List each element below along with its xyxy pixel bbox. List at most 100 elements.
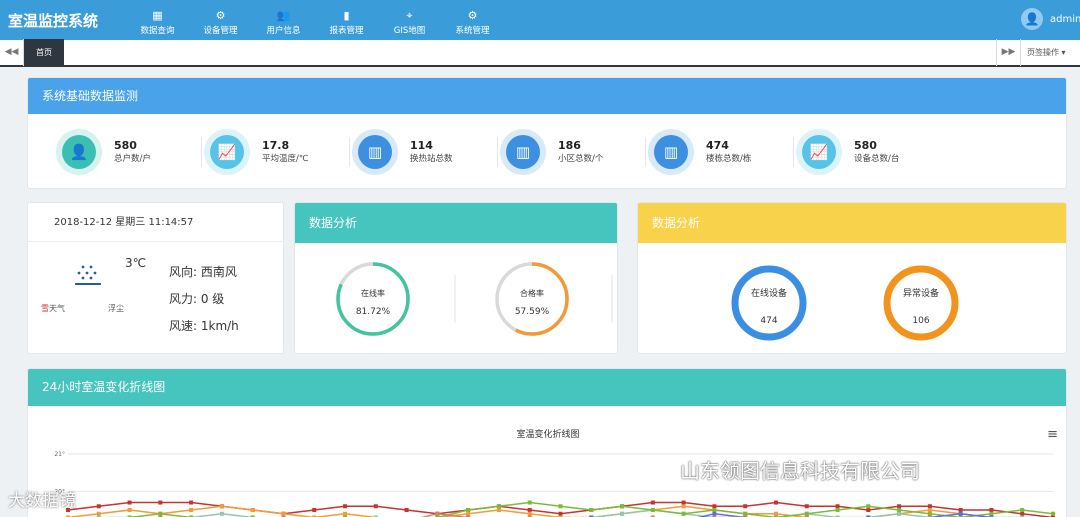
cogs-icon: ⚙: [215, 8, 226, 22]
nav-label: 系统管理: [455, 25, 490, 36]
data-point: [589, 508, 594, 512]
data-point: [989, 511, 994, 516]
abnormal-devices-label: 异常设备: [903, 287, 939, 299]
cogs-icon: ⚙: [467, 8, 478, 22]
qualified-rate-value: 57.59%: [515, 307, 550, 317]
abnormal-ring: [883, 265, 959, 341]
online-ring: [731, 265, 807, 341]
basic-monitoring-panel: 系统基础数据监测 👤 580 总户数/户 📈 17.8 平均温度/℃ ▥ 114 换热站总数 ▥ 1…: [27, 77, 1067, 189]
data-point: [343, 511, 348, 516]
data-point: [127, 508, 132, 512]
stat-item: ▥ 474 楼栋总数/栋: [648, 129, 796, 175]
data-point: [620, 504, 625, 509]
data-point: [527, 508, 532, 512]
nav-user-info[interactable]: 👥 用户信息: [252, 5, 315, 36]
nav-label: 用户信息: [266, 25, 301, 36]
data-point: [281, 511, 286, 516]
building-icon: ▥: [358, 135, 392, 169]
snow-weather-icon: [75, 265, 101, 285]
line-chart-icon: 📈: [802, 135, 836, 169]
users-icon: 👥: [276, 8, 291, 22]
caret-down-icon: ▾: [1061, 48, 1066, 57]
data-point: [927, 511, 932, 516]
wind-direction: 风向: 西南风: [169, 265, 237, 279]
stat-label: 设备总数/台: [854, 154, 900, 164]
data-point: [1020, 511, 1025, 516]
online-rate-value: 81.72%: [356, 307, 391, 317]
data-point: [527, 500, 532, 505]
stats-row: 👤 580 总户数/户 📈 17.8 平均温度/℃ ▥ 114 换热站总数 ▥ 186 小区总数/个 ▥…: [28, 129, 1066, 175]
avatar: 👤: [1021, 8, 1043, 30]
data-point: [712, 508, 717, 512]
tab-scroll-left-button[interactable]: ◀◀: [0, 39, 24, 66]
rate-analysis-panel: 数据分析 在线率 81.72% 合格率 57.59%: [294, 202, 618, 354]
data-point: [219, 504, 224, 509]
stat-icon-ring: ▥: [648, 129, 694, 175]
stat-label: 换热站总数: [410, 154, 453, 164]
data-point: [158, 500, 163, 505]
user-menu[interactable]: 👤 admin: [1021, 8, 1080, 30]
tab-bar: ◀◀ 首页 ▶▶ 页签操作 ▾: [0, 39, 1080, 67]
data-point: [681, 500, 686, 505]
y-tick-label: 21°: [54, 451, 65, 458]
device-donuts: 在线设备 474 异常设备 106: [731, 265, 959, 341]
weather-panel: 2018-12-12 星期三 11:14:57 3℃ 风向: 西南风 风力: 0…: [27, 202, 284, 354]
data-point: [527, 511, 532, 516]
tab-home[interactable]: 首页: [24, 39, 64, 66]
stat-icon-ring: 📈: [204, 129, 250, 175]
top-navbar: 室温监控系统 ▦ 数据查询 ⚙ 设备管理 👥 用户信息 ▮ 报表管理 ⌖ GIS…: [0, 0, 1080, 40]
data-point: [835, 504, 840, 509]
data-point: [681, 511, 686, 516]
data-point: [466, 511, 471, 516]
nav-gis-map[interactable]: ⌖ GIS地图: [378, 5, 441, 36]
nav-data-query[interactable]: ▦ 数据查询: [126, 5, 189, 36]
data-point: [435, 511, 440, 516]
data-point: [620, 511, 625, 516]
company-watermark: 山东领图信息科技有限公司: [680, 459, 920, 483]
nav-label: GIS地图: [393, 25, 426, 36]
panel-title: 系统基础数据监测: [28, 78, 1066, 114]
stat-value: 114: [410, 139, 433, 152]
current-datetime: 2018-12-12 星期三 11:14:57: [28, 203, 283, 242]
data-point: [804, 504, 809, 509]
data-point: [897, 508, 902, 512]
wind-force: 风力: 0 级: [169, 292, 225, 306]
data-point: [373, 504, 378, 509]
nav-label: 报表管理: [329, 25, 364, 36]
data-point: [958, 508, 963, 512]
data-point: [866, 504, 871, 509]
data-point: [743, 504, 748, 509]
data-point: [96, 511, 101, 516]
user-name: admin: [1050, 13, 1080, 25]
nav-report-management[interactable]: ▮ 报表管理: [315, 5, 378, 36]
data-point: [927, 508, 932, 512]
tab-operations-dropdown[interactable]: 页签操作 ▾: [1020, 39, 1080, 66]
data-point: [189, 500, 194, 505]
data-point: [343, 504, 348, 509]
panel-title: 数据分析: [295, 203, 617, 243]
weather-label: 雪天气: [41, 303, 65, 314]
data-point: [989, 508, 994, 512]
nav-label: 设备管理: [203, 25, 238, 36]
stat-icon-ring: ▥: [500, 129, 546, 175]
data-point: [835, 508, 840, 512]
nav-device-management[interactable]: ⚙ 设备管理: [189, 5, 252, 36]
data-point: [897, 504, 902, 509]
data-point: [1020, 508, 1025, 512]
data-point: [650, 508, 655, 512]
panel-title: 24小时室温变化折线图: [28, 369, 1066, 406]
data-point: [773, 500, 778, 505]
temperature-trend-panel: 24小时室温变化折线图 室温变化折线图 ≡ 21° 20°: [27, 368, 1067, 517]
stat-icon-ring: 📈: [796, 129, 842, 175]
wind-speed: 风速: 1km/h: [169, 319, 239, 333]
qualified-rate-donut: 合格率 57.59%: [495, 262, 569, 336]
stat-value: 17.8: [262, 139, 290, 152]
tab-scroll-right-button[interactable]: ▶▶: [996, 39, 1020, 66]
data-point: [96, 504, 101, 509]
stat-value: 580: [854, 139, 877, 152]
data-point: [127, 500, 132, 505]
device-analysis-panel: 数据分析 在线设备 474 异常设备 106: [637, 202, 1067, 354]
nav-system-management[interactable]: ⚙ 系统管理: [441, 5, 504, 36]
nav-label: 数据查询: [140, 25, 175, 36]
stat-item: 📈 580 设备总数/台: [796, 129, 944, 175]
